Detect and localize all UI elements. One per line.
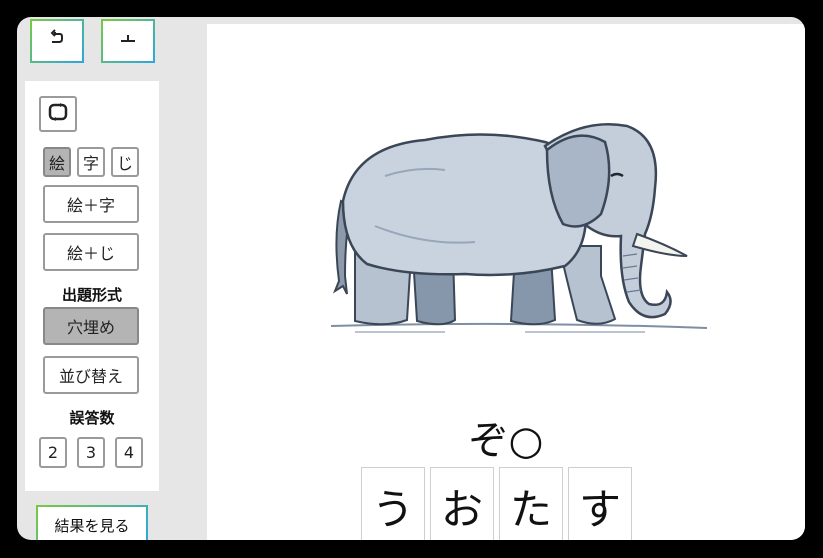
undo-button[interactable] — [30, 19, 84, 63]
elephant-illustration — [330, 122, 707, 333]
answer-choice-3[interactable]: た — [499, 467, 563, 540]
wrong-count-2-button[interactable]: 2 — [39, 437, 67, 468]
mode-hiragana-chip[interactable]: じ — [111, 147, 139, 177]
format-fill-button[interactable]: 穴埋め — [43, 307, 139, 345]
mode-picture-hiragana-button[interactable]: 絵＋じ — [43, 233, 139, 271]
answer-choice-2[interactable]: お — [430, 467, 494, 540]
device-frame: 絵 字 じ 絵＋字 絵＋じ 出題形式 穴埋め 並び替え 誤答数 2 3 4 結果… — [0, 0, 823, 558]
view-results-button[interactable]: 結果を見る — [36, 505, 148, 540]
wrong-count-4-button[interactable]: 4 — [115, 437, 143, 468]
settings-panel: 絵 字 じ 絵＋字 絵＋じ 出題形式 穴埋め 並び替え 誤答数 2 3 4 — [25, 81, 159, 491]
app-screen: 絵 字 じ 絵＋字 絵＋じ 出題形式 穴埋め 並び替え 誤答数 2 3 4 結果… — [17, 17, 805, 540]
answer-choice-1[interactable]: う — [361, 467, 425, 540]
mode-picture-kanji-button[interactable]: 絵＋字 — [43, 185, 139, 223]
mode-kanji-chip[interactable]: 字 — [77, 147, 105, 177]
answer-choice-4[interactable]: す — [568, 467, 632, 540]
question-text: ぞ○ — [468, 418, 544, 464]
refresh-button[interactable] — [39, 96, 77, 132]
redo-arrow-icon — [118, 28, 138, 54]
format-sort-button[interactable]: 並び替え — [43, 356, 139, 394]
quiz-area: ぞ○ う お た す — [207, 24, 805, 540]
refresh-icon — [48, 103, 68, 125]
redo-button[interactable] — [101, 19, 155, 63]
wrong-count-heading: 誤答数 — [69, 409, 115, 427]
format-heading: 出題形式 — [61, 286, 122, 304]
wrong-count-3-button[interactable]: 3 — [77, 437, 105, 468]
undo-arrow-icon — [47, 28, 67, 54]
mode-picture-chip[interactable]: 絵 — [43, 147, 71, 177]
